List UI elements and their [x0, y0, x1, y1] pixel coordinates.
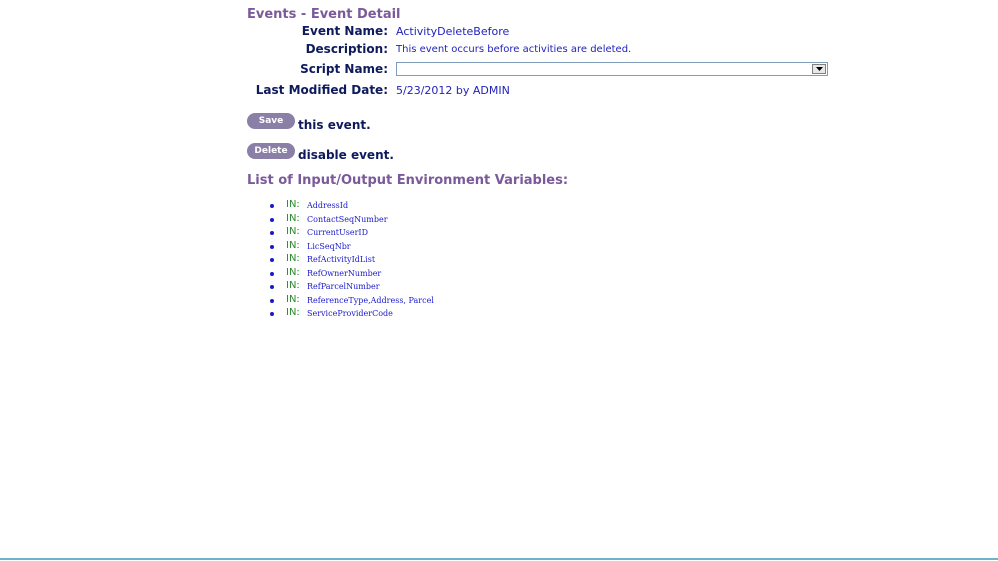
- variables-title: List of Input/Output Environment Variabl…: [247, 173, 569, 188]
- script-name-select[interactable]: [396, 62, 828, 76]
- bullet-icon: [270, 204, 274, 208]
- last-modified-label: Last Modified Date:: [255, 83, 388, 97]
- page-title: Events - Event Detail: [247, 7, 401, 22]
- bullet-icon: [270, 271, 274, 276]
- event-name-row: Event Name: ActivityDeleteBefore: [0, 24, 998, 42]
- script-name-label: Script Name:: [300, 62, 388, 76]
- direction-label: IN:: [286, 266, 300, 278]
- variable-name: AddressId: [307, 201, 349, 210]
- variable-name: LicSeqNbr: [307, 241, 351, 251]
- direction-label: IN:: [286, 253, 300, 264]
- bullet-icon: [270, 285, 274, 289]
- description-label: Description:: [305, 42, 388, 56]
- delete-description: disable event.: [298, 148, 394, 162]
- variable-name: ContactSeqNumber: [307, 214, 388, 224]
- bullet-icon: [270, 231, 274, 235]
- chevron-down-icon[interactable]: [812, 64, 826, 74]
- bottom-rule: [0, 558, 998, 560]
- bullet-icon: [270, 312, 274, 316]
- variable-name: ServiceProviderCode: [307, 309, 393, 318]
- description-value: This event occurs before activities are …: [396, 44, 632, 55]
- bullet-icon: [270, 258, 274, 262]
- bullet-icon: [270, 217, 274, 222]
- direction-label: IN:: [286, 280, 300, 291]
- last-modified-value: 5/23/2012 by ADMIN: [396, 84, 510, 97]
- direction-label: IN:: [286, 226, 300, 237]
- save-button[interactable]: Save: [247, 113, 295, 129]
- save-description: this event.: [298, 118, 371, 132]
- bullet-icon: [270, 298, 274, 303]
- direction-label: IN:: [286, 212, 300, 224]
- last-modified-row: Last Modified Date: 5/23/2012 by ADMIN: [0, 83, 998, 101]
- variable-name: CurrentUserID: [307, 228, 369, 237]
- bullet-icon: [270, 244, 274, 249]
- script-name-row: Script Name:: [0, 62, 998, 80]
- description-row: Description: This event occurs before ac…: [0, 42, 998, 60]
- direction-label: IN:: [286, 293, 300, 305]
- variable-name: RefActivityIdList: [307, 255, 376, 264]
- direction-label: IN:: [286, 199, 300, 210]
- event-name-value: ActivityDeleteBefore: [396, 25, 510, 38]
- direction-label: IN:: [286, 239, 300, 251]
- variable-name: RefParcelNumber: [307, 282, 380, 291]
- variable-name: ReferenceType,Address, Parcel: [307, 295, 434, 305]
- delete-button[interactable]: Delete: [247, 143, 295, 159]
- direction-label: IN:: [286, 307, 300, 318]
- event-name-label: Event Name:: [301, 24, 388, 38]
- variable-name: RefOwnerNumber: [307, 268, 382, 278]
